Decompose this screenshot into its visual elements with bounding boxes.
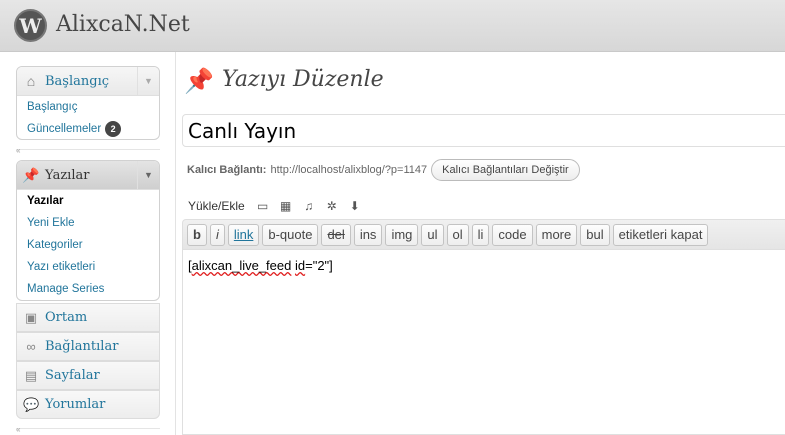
change-permalinks-button[interactable]: Kalıcı Bağlantıları Değiştir [431, 159, 580, 181]
menu-media[interactable]: ▣ Ortam [16, 303, 160, 332]
qt-close-tags-button[interactable]: etiketleri kapat [612, 223, 709, 246]
sidebar-item-manage-series[interactable]: Manage Series [17, 278, 159, 300]
menu-label-dashboard: Başlangıç [45, 73, 110, 89]
menu-dashboard: ⌂ Başlangıç ▼ Başlangıç Güncellemeler 2 [16, 66, 160, 140]
quicktags-toolbar: b i link b-quote del ins img ul ol li co… [182, 219, 785, 249]
upload-insert-label: Yükle/Ekle [188, 199, 245, 213]
download-icon[interactable]: ⬇ [347, 198, 363, 214]
permalink-label: Kalıcı Bağlantı: [187, 164, 267, 176]
qt-lookup-button[interactable]: bul [580, 223, 610, 246]
wordpress-logo-icon[interactable]: W [14, 9, 47, 42]
pushpin-icon: 📌 [184, 67, 214, 95]
menu-separator: « [16, 146, 160, 157]
update-count-badge: 2 [105, 120, 122, 137]
sidebar-item-new-post[interactable]: Yeni Ekle [17, 212, 159, 234]
collapse-chevron-icon[interactable]: « [16, 146, 20, 155]
menu-head-posts[interactable]: 📌 Yazılar ▼ [17, 161, 159, 190]
link-icon: ∞ [26, 339, 36, 354]
permalink-row: Kalıcı Bağlantı: http://localhost/alixbl… [187, 159, 580, 181]
image-upload-icon[interactable]: ▭ [255, 198, 271, 214]
qt-link-button[interactable]: link [227, 223, 260, 246]
page-title: Yazıyı Düzenle [222, 67, 384, 92]
qt-blockquote-button[interactable]: b-quote [262, 223, 319, 246]
qt-italic-button[interactable]: i [209, 223, 225, 246]
sidebar-item-categories[interactable]: Kategoriler [17, 234, 159, 256]
qt-more-button[interactable]: more [535, 223, 578, 246]
sidebar-item-post-tags[interactable]: Yazı etiketleri [17, 256, 159, 278]
pages-icon: ▤ [24, 367, 38, 383]
editor-shortcode-attr: id [294, 258, 306, 273]
qt-img-button[interactable]: img [385, 223, 419, 246]
qt-ol-button[interactable]: ol [446, 223, 469, 246]
qt-li-button[interactable]: li [471, 223, 490, 246]
pushpin-icon: 📌 [22, 166, 40, 183]
menu-pages[interactable]: ▤ Sayfalar [16, 361, 160, 390]
menu-toggle-arrow-icon[interactable]: ▼ [137, 161, 159, 189]
comment-icon: 💬 [23, 396, 40, 412]
menu-label-posts: Yazılar [45, 167, 90, 183]
sidebar-item-posts[interactable]: Yazılar [17, 190, 159, 212]
admin-sidebar: ⌂ Başlangıç ▼ Başlangıç Güncellemeler 2 «… [0, 52, 176, 435]
menu-comments[interactable]: 💬 Yorumlar [16, 390, 160, 419]
sidebar-item-updates[interactable]: Güncellemeler 2 [17, 118, 159, 139]
main-content: 📌 Yazıyı Düzenle Kalıcı Bağlantı: http:/… [180, 52, 785, 435]
media-upload-icon[interactable]: ✲ [324, 198, 340, 214]
video-upload-icon[interactable]: ▦ [278, 198, 294, 214]
menu-separator: « [16, 425, 160, 435]
menu-head-dashboard[interactable]: ⌂ Başlangıç ▼ [17, 67, 159, 96]
audio-upload-icon[interactable]: ♫ [301, 198, 317, 214]
qt-code-button[interactable]: code [492, 223, 533, 246]
editor-shortcode-tag: alixcan_live_feed [191, 258, 292, 273]
qt-del-button[interactable]: del [321, 223, 351, 246]
menu-links[interactable]: ∞ Bağlantılar [16, 332, 160, 361]
post-title-input[interactable] [182, 114, 785, 147]
post-content-editor[interactable]: [alixcan_live_feed id="2"] [182, 249, 785, 435]
menu-posts: 📌 Yazılar ▼ Yazılar Yeni Ekle Kategorile… [16, 160, 160, 301]
qt-ul-button[interactable]: ul [421, 223, 444, 246]
qt-bold-button[interactable]: b [187, 223, 207, 246]
qt-ins-button[interactable]: ins [353, 223, 383, 246]
media-icon: ▣ [24, 309, 38, 325]
menu-toggle-arrow-icon[interactable]: ▼ [137, 67, 159, 95]
permalink-url: http://localhost/alixblog/?p=1147 [270, 164, 428, 176]
admin-header: W AlixcaN.Net [0, 0, 785, 52]
sidebar-item-dashboard[interactable]: Başlangıç [17, 96, 159, 118]
upload-insert-row: Yükle/Ekle ▭ ▦ ♫ ✲ ⬇ [188, 198, 370, 214]
collapse-chevron-icon[interactable]: « [16, 425, 20, 434]
site-title[interactable]: AlixcaN.Net [56, 12, 190, 37]
home-icon: ⌂ [26, 73, 36, 89]
